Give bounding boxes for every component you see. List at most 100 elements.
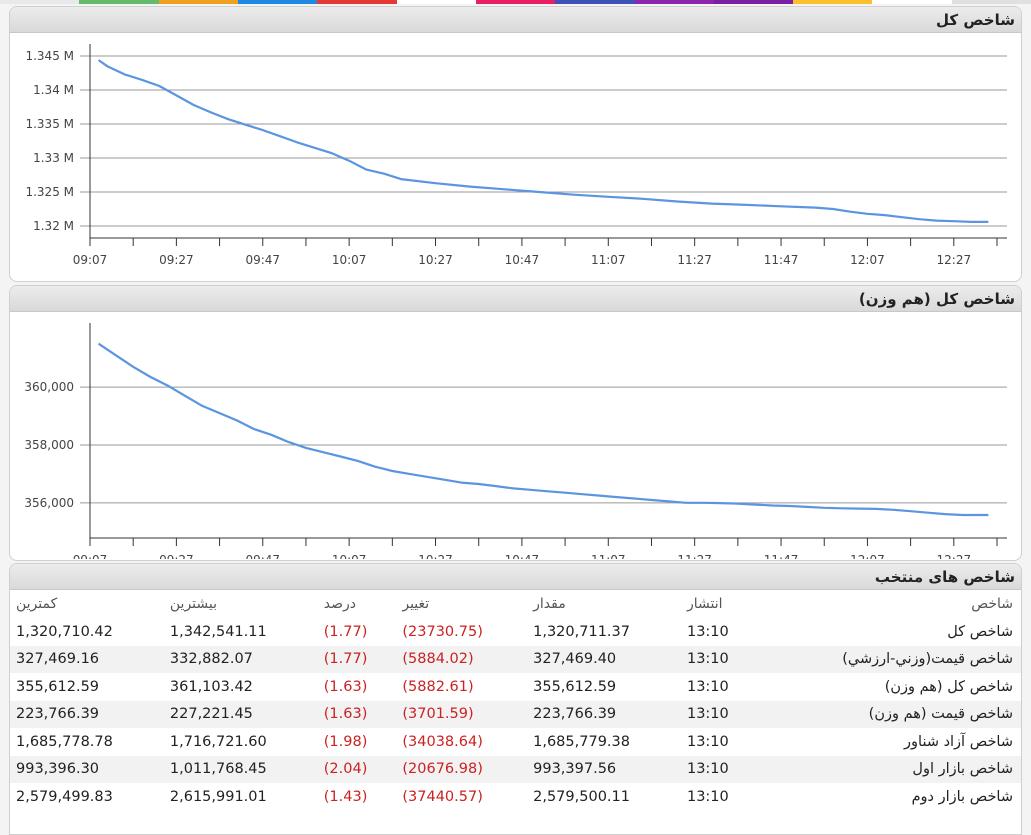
publish-time: 13:10: [680, 755, 757, 783]
header-name: شاخص: [971, 596, 1013, 612]
index-percent: (2.04): [317, 755, 397, 783]
table-row[interactable]: شاخص کل 13:10 1,320,711.37 (23730.75) (1.77)…: [10, 618, 1021, 646]
index-change: (3701.59): [396, 700, 528, 728]
index-high: 1,011,768.45: [163, 755, 318, 783]
index-high: 332,882.07: [163, 645, 318, 673]
index-change: (5882.61): [402, 678, 474, 695]
y-tick-label: 356,000: [24, 496, 74, 510]
x-tick-label: 12:07: [850, 553, 885, 559]
table-row[interactable]: شاخص کل (هم وزن) 13:10 355,612.59 (5882.61)…: [10, 673, 1021, 701]
strip-segment: [555, 0, 635, 4]
x-tick-label: 09:27: [159, 253, 194, 267]
total-index-chart-svg: 1.345 M 1.34 M 1.335 M 1.33 M 1.325 M 1.32 M 0…: [25, 44, 1007, 267]
index-low: 1,685,778.78: [16, 733, 113, 750]
publish-time: 13:10: [680, 700, 757, 728]
x-tick-label: 11:47: [764, 253, 799, 267]
index-name: شاخص کل: [947, 623, 1013, 640]
publish-time: 13:10: [686, 788, 729, 805]
strip-segment: [396, 0, 476, 4]
publish-time: 13:10: [686, 733, 729, 750]
strip-segment: [79, 0, 159, 4]
x-tick-label: 11:27: [677, 253, 712, 267]
series-line: [97, 342, 989, 517]
strip-segment: [158, 0, 238, 4]
y-tick-label: 1.345 M: [25, 49, 74, 63]
x-tick-label: 09:07: [73, 253, 108, 267]
selected-indices-panel: شاخص های منتخب شاخص انتشار مقدار تغییر د…: [9, 563, 1022, 835]
y-tick-label: 360,000: [24, 380, 74, 394]
table-row[interactable]: شاخص بازار اول 13:10 993,397.56 (20676.98)(…: [10, 755, 1021, 783]
header-low: کمترین: [16, 596, 58, 612]
index-high: 361,103.42: [169, 678, 253, 695]
strip-segment: [237, 0, 318, 4]
index-change: (34038.64): [402, 733, 483, 750]
x-tick-label: 10:07: [332, 553, 367, 559]
y-tick-label: 1.33 M: [33, 151, 74, 165]
table-row[interactable]: شاخص قيمت(وزني-ارزشي) 13:10 327,469.40 (588…: [10, 645, 1021, 673]
series-line: [97, 59, 989, 223]
total-index-panel: شاخص کل 1.345 M 1.34 M 1.335 M 1.33 M 1.325 …: [9, 6, 1022, 282]
header-high: بیشترین: [169, 596, 218, 612]
x-tick-label: 09:47: [245, 253, 280, 267]
index-change: (23730.75): [402, 623, 483, 640]
x-tick-label: 12:07: [850, 253, 885, 267]
equal-weight-index-panel: شاخص کل (هم وزن) 360,000 358,000 356,000 09…: [9, 285, 1022, 561]
index-name: شاخص آزاد شناور: [904, 733, 1013, 750]
indices-table: شاخص انتشار مقدار تغییر درصد بیشترین کمت…: [10, 590, 1021, 811]
index-percent: (1.63): [323, 678, 368, 695]
y-tick-label: 358,000: [24, 438, 74, 452]
publish-time: 13:10: [686, 623, 729, 640]
index-high: 227,221.45: [163, 700, 318, 728]
top-color-strip: [0, 0, 1031, 4]
index-value: 2,579,500.11: [533, 788, 630, 805]
strip-segment: [475, 0, 556, 4]
table-row[interactable]: شاخص قيمت (هم وزن) 13:10 223,766.39 (3701.5…: [10, 700, 1021, 728]
publish-time: 13:10: [680, 645, 757, 673]
index-name: شاخص قيمت(وزني-ارزشي): [757, 645, 1021, 673]
strip-segment: [713, 0, 794, 4]
index-high: 2,615,991.01: [169, 788, 267, 805]
y-tick-label: 1.335 M: [25, 117, 74, 131]
header-time: انتشار: [686, 596, 723, 612]
x-tick-label: 10:47: [505, 253, 540, 267]
strip-segment: [793, 0, 873, 4]
index-low: 223,766.39: [10, 700, 164, 728]
equal-weight-index-chart-svg: 360,000 358,000 356,000 09:07 09:27 09:47 10:0…: [24, 323, 1007, 559]
index-percent: (1.77): [323, 623, 368, 640]
index-percent: (1.77): [317, 645, 397, 673]
index-change: (37440.57): [402, 788, 483, 805]
total-index-chart: 1.345 M 1.34 M 1.335 M 1.33 M 1.325 M 1.32 M 0…: [10, 33, 1021, 280]
index-percent: (1.98): [323, 733, 368, 750]
header-change: تغییر: [402, 596, 430, 612]
table-header-row: شاخص انتشار مقدار تغییر درصد بیشترین کمت…: [10, 590, 1021, 618]
x-tick-label: 10:27: [418, 253, 453, 267]
index-change: (5884.02): [396, 645, 528, 673]
index-value: 1,320,711.37: [533, 623, 630, 640]
index-change: (20676.98): [396, 755, 528, 783]
strip-segment: [951, 0, 1031, 4]
index-high: 1,342,541.11: [169, 623, 267, 640]
header-value: مقدار: [533, 596, 566, 612]
panel-title: شاخص های منتخب: [10, 564, 1021, 590]
index-value: 223,766.39: [527, 700, 681, 728]
x-tick-label: 11:47: [764, 553, 799, 559]
x-tick-label: 11:07: [591, 253, 626, 267]
x-tick-label: 11:27: [677, 553, 712, 559]
index-low: 1,320,710.42: [16, 623, 113, 640]
index-name: شاخص بازار اول: [757, 755, 1021, 783]
index-low: 2,579,499.83: [16, 788, 113, 805]
index-percent: (1.63): [317, 700, 397, 728]
x-tick-label: 10:07: [332, 253, 367, 267]
index-value: 355,612.59: [533, 678, 617, 695]
y-tick-label: 1.325 M: [25, 185, 74, 199]
index-high: 1,716,721.60: [169, 733, 267, 750]
strip-segment: [872, 0, 952, 4]
index-value: 327,469.40: [527, 645, 681, 673]
x-tick-label: 09:07: [73, 553, 108, 559]
table-row[interactable]: شاخص آزاد شناور 13:10 1,685,779.38 (34038.6…: [10, 728, 1021, 756]
table-row[interactable]: شاخص بازار دوم 13:10 2,579,500.11 (37440.57…: [10, 783, 1021, 811]
x-tick-label: 09:27: [159, 553, 194, 559]
index-value: 993,397.56: [527, 755, 681, 783]
panel-title: شاخص کل: [10, 7, 1021, 33]
y-tick-label: 1.34 M: [33, 83, 74, 97]
